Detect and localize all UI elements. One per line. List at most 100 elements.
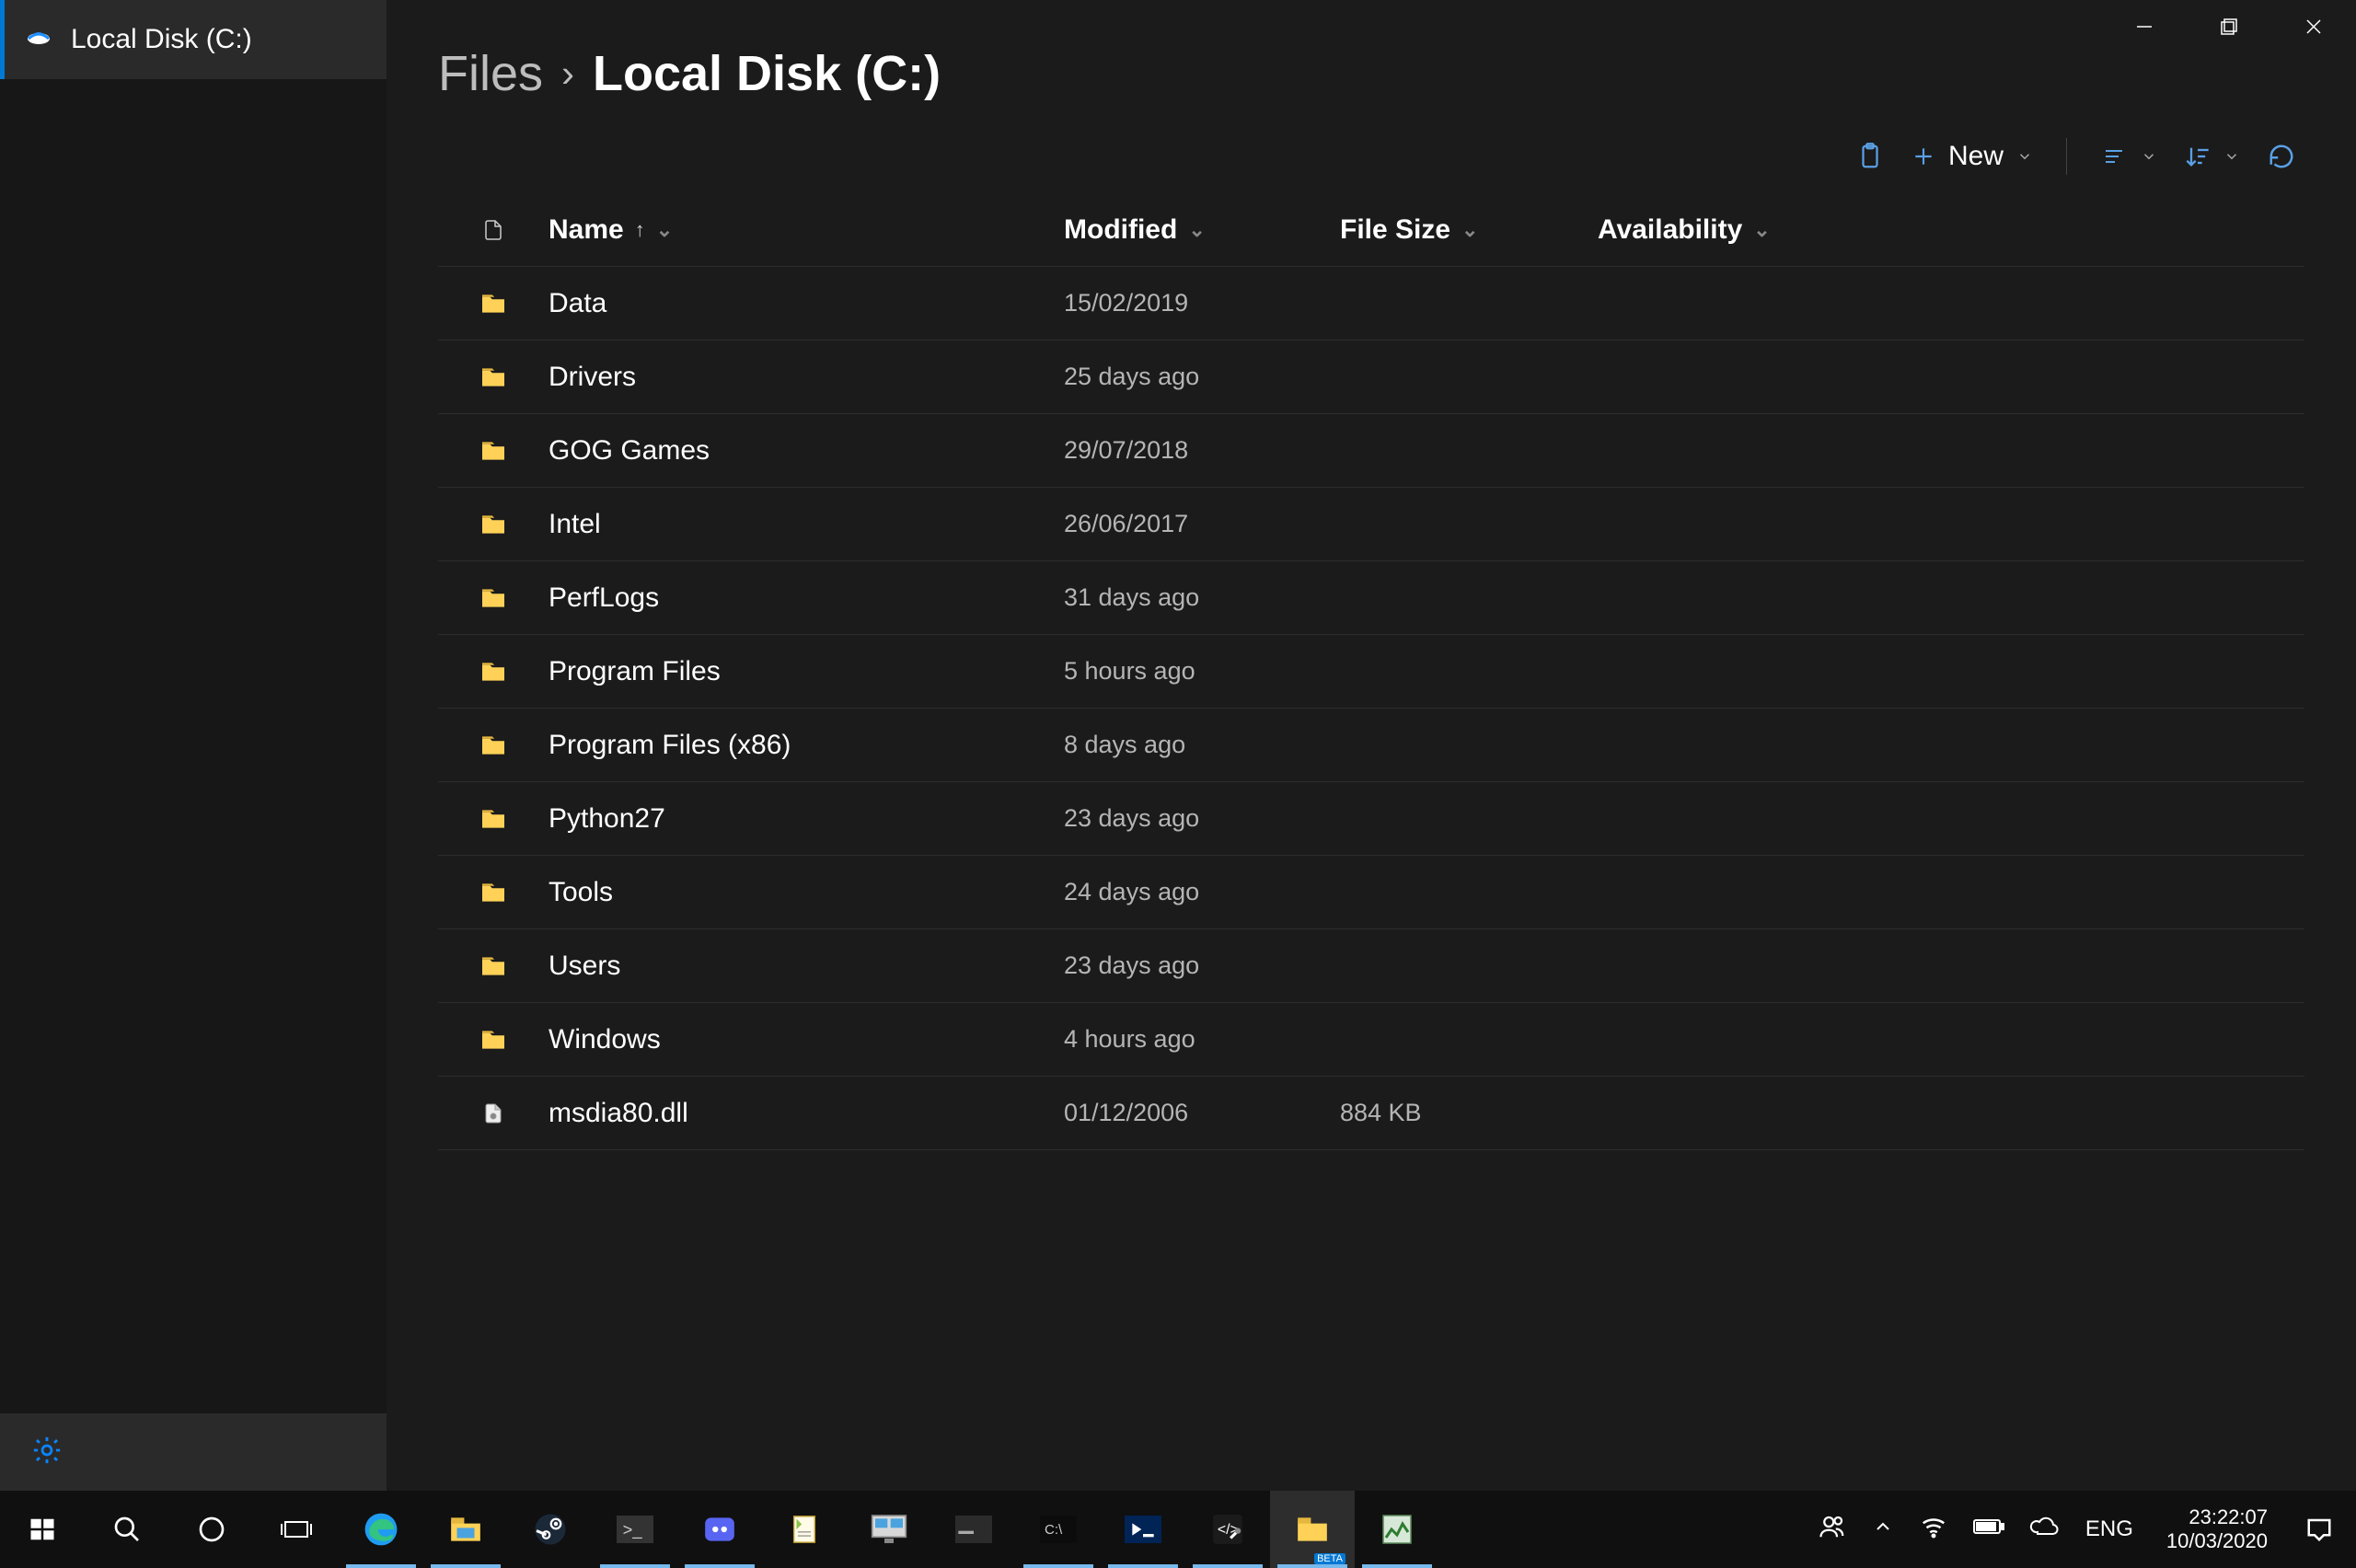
taskbar-app-explorer[interactable] <box>423 1491 508 1568</box>
taskbar-app-powershell[interactable] <box>1101 1491 1185 1568</box>
taskbar-app-notepad[interactable] <box>762 1491 847 1568</box>
folder-icon <box>438 1029 549 1051</box>
folder-icon <box>438 366 549 388</box>
row-name: msdia80.dll <box>549 1098 1064 1129</box>
row-name: Drivers <box>549 362 1064 393</box>
table-row[interactable]: Users23 days ago <box>438 929 2304 1003</box>
table-row[interactable]: Data15/02/2019 <box>438 267 2304 340</box>
folder-icon <box>438 808 549 830</box>
chevron-right-icon: › <box>561 52 574 96</box>
toolbar-divider <box>2066 138 2067 175</box>
folder-icon <box>438 734 549 756</box>
row-name: Data <box>549 288 1064 319</box>
folder-icon <box>438 293 549 315</box>
row-modified: 8 days ago <box>1064 731 1340 759</box>
chevron-down-icon: ⌄ <box>1461 218 1478 242</box>
tray-wifi-icon[interactable] <box>1920 1513 1947 1547</box>
tray-battery-icon[interactable] <box>1973 1516 2004 1542</box>
clock-date: 10/03/2020 <box>2166 1529 2268 1553</box>
paste-button[interactable] <box>1856 141 1884 172</box>
sidebar-tab-local-disk[interactable]: Local Disk (C:) <box>0 0 387 79</box>
folder-icon <box>438 587 549 609</box>
row-name: Python27 <box>549 803 1064 835</box>
taskbar-app-devtools[interactable]: </> <box>1185 1491 1270 1568</box>
system-tray: ENG <box>1800 1513 2152 1547</box>
table-row[interactable]: msdia80.dll01/12/2006884 KB <box>438 1077 2304 1150</box>
breadcrumb-root[interactable]: Files <box>438 45 543 102</box>
row-size: 884 KB <box>1340 1099 1598 1127</box>
clock-time: 23:22:07 <box>2189 1505 2268 1529</box>
row-modified: 4 hours ago <box>1064 1025 1340 1054</box>
gear-icon <box>31 1435 63 1470</box>
sort-ascending-icon: ↑ <box>635 218 645 242</box>
row-modified: 23 days ago <box>1064 804 1340 833</box>
table-row[interactable]: Program Files5 hours ago <box>438 635 2304 709</box>
sort-button[interactable] <box>2185 144 2240 169</box>
table-row[interactable]: Program Files (x86)8 days ago <box>438 709 2304 782</box>
table-row[interactable]: Drivers25 days ago <box>438 340 2304 414</box>
taskbar-app-cmd[interactable]: C:\ <box>1016 1491 1101 1568</box>
row-modified: 01/12/2006 <box>1064 1099 1340 1127</box>
folder-icon <box>438 661 549 683</box>
sidebar: Local Disk (C:) <box>0 0 387 1491</box>
taskbar-app-steam[interactable] <box>508 1491 593 1568</box>
row-modified: 5 hours ago <box>1064 657 1340 686</box>
table-row[interactable]: Python2723 days ago <box>438 782 2304 856</box>
table-header: Name ↑ ⌄ Modified ⌄ File Size ⌄ Availabi… <box>438 193 2304 267</box>
start-button[interactable] <box>0 1491 85 1568</box>
maximize-button[interactable] <box>2187 0 2271 53</box>
table-row[interactable]: PerfLogs31 days ago <box>438 561 2304 635</box>
close-button[interactable] <box>2271 0 2356 53</box>
tray-onedrive-icon[interactable] <box>2030 1516 2060 1544</box>
table-row[interactable]: Windows4 hours ago <box>438 1003 2304 1077</box>
table-row[interactable]: Tools24 days ago <box>438 856 2304 929</box>
taskbar-app-resource-monitor[interactable] <box>1355 1491 1439 1568</box>
refresh-button[interactable] <box>2268 143 2295 170</box>
svg-text:>_: >_ <box>623 1520 643 1540</box>
table-row[interactable]: GOG Games29/07/2018 <box>438 414 2304 488</box>
tray-people-icon[interactable] <box>1819 1513 1846 1547</box>
taskbar-app-terminal[interactable]: >_ <box>593 1491 677 1568</box>
row-modified: 26/06/2017 <box>1064 510 1340 538</box>
row-modified: 31 days ago <box>1064 583 1340 612</box>
window-controls <box>2102 0 2356 53</box>
chevron-down-icon <box>2016 148 2033 165</box>
cortana-button[interactable] <box>169 1491 254 1568</box>
table-row[interactable]: Intel26/06/2017 <box>438 488 2304 561</box>
view-button[interactable] <box>2100 145 2157 167</box>
settings-button[interactable] <box>0 1413 387 1491</box>
taskbar-app-discord[interactable] <box>677 1491 762 1568</box>
breadcrumb-current[interactable]: Local Disk (C:) <box>593 45 941 102</box>
breadcrumb: Files › Local Disk (C:) <box>438 0 2304 129</box>
row-modified: 15/02/2019 <box>1064 289 1340 317</box>
row-name: Windows <box>549 1024 1064 1055</box>
row-name: PerfLogs <box>549 582 1064 614</box>
taskbar-app-edge[interactable] <box>339 1491 423 1568</box>
row-name: Users <box>549 951 1064 982</box>
tray-language[interactable]: ENG <box>2085 1516 2133 1542</box>
task-view-button[interactable] <box>254 1491 339 1568</box>
column-availability-header[interactable]: Availability ⌄ <box>1598 214 1874 246</box>
search-button[interactable] <box>85 1491 169 1568</box>
column-icon-header[interactable] <box>438 216 549 244</box>
new-button[interactable]: New <box>1911 141 2033 172</box>
main-content: Files › Local Disk (C:) New <box>387 0 2356 1491</box>
chevron-down-icon: ⌄ <box>1188 218 1205 242</box>
tray-chevron-up-icon[interactable] <box>1872 1516 1894 1544</box>
action-center-button[interactable] <box>2282 1491 2356 1568</box>
column-availability-label: Availability <box>1598 214 1742 246</box>
taskbar-clock[interactable]: 23:22:07 10/03/2020 <box>2152 1505 2282 1554</box>
minimize-button[interactable] <box>2102 0 2187 53</box>
taskbar-app-vm[interactable] <box>847 1491 931 1568</box>
svg-text:C:\: C:\ <box>1045 1522 1063 1538</box>
column-size-header[interactable]: File Size ⌄ <box>1340 214 1598 246</box>
column-name-label: Name <box>549 214 624 246</box>
taskbar-app-files[interactable]: BETA <box>1270 1491 1355 1568</box>
column-name-header[interactable]: Name ↑ ⌄ <box>549 214 1064 246</box>
row-name: Tools <box>549 877 1064 908</box>
drive-icon <box>23 20 54 59</box>
taskbar-app-console[interactable] <box>931 1491 1016 1568</box>
column-modified-header[interactable]: Modified ⌄ <box>1064 214 1340 246</box>
beta-badge: BETA <box>1314 1553 1345 1564</box>
row-name: Program Files (x86) <box>549 730 1064 761</box>
